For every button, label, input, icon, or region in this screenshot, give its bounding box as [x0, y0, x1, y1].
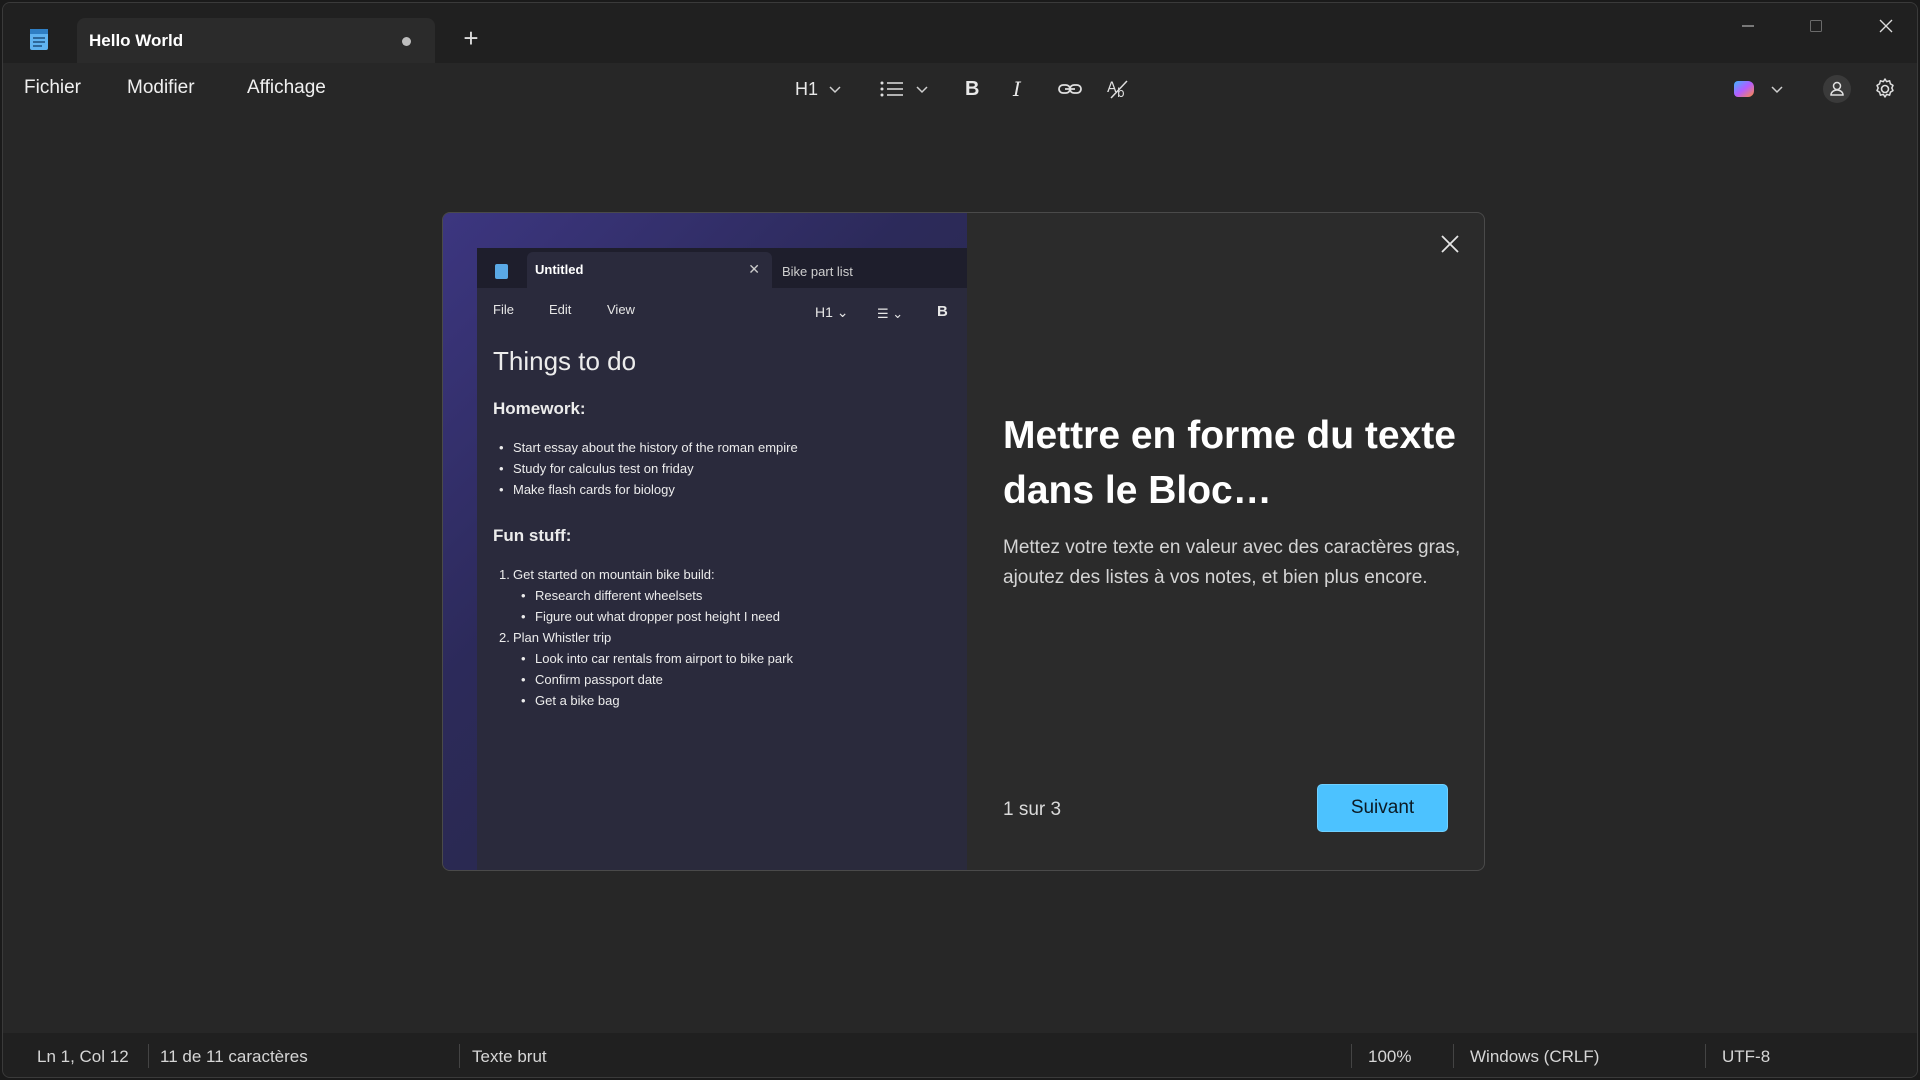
italic-button[interactable]: I — [1013, 72, 1021, 106]
clear-formatting-button[interactable]: A b — [1105, 72, 1131, 106]
preview-section-fun: Fun stuff: — [493, 526, 572, 545]
feature-preview-image: Untitled ✕ Bike part list File Edit View… — [443, 213, 967, 870]
list-number: 1. — [499, 567, 510, 582]
list-item-text: Get started on mountain bike build: — [513, 567, 715, 582]
preview-fun-list: 1.Get started on mountain bike build: Re… — [493, 564, 953, 711]
heading-dropdown[interactable]: H1 — [795, 72, 842, 106]
list-number: 2. — [499, 630, 510, 645]
title-bar: Hello World + — [3, 3, 1917, 64]
line-ending[interactable]: Windows (CRLF) — [1470, 1047, 1599, 1067]
minimize-button[interactable] — [1725, 11, 1771, 41]
preview-doc-title: Things to do — [493, 346, 637, 376]
chevron-down-icon — [916, 86, 928, 94]
menu-view[interactable]: Affichage — [247, 77, 326, 99]
list-subitem: Look into car rentals from airport to bi… — [493, 648, 953, 669]
cursor-position: Ln 1, Col 12 — [37, 1047, 129, 1066]
unsaved-dot-icon[interactable] — [402, 37, 411, 46]
bold-button[interactable]: B — [965, 72, 979, 106]
settings-button[interactable] — [1873, 72, 1897, 106]
list-subitem: Confirm passport date — [493, 669, 953, 690]
link-button[interactable] — [1057, 72, 1083, 106]
preview-notepad-icon — [495, 264, 508, 279]
list-subitem: Get a bike bag — [493, 690, 953, 711]
status-bar: Ln 1, Col 12 11 de 11 caractères Texte b… — [3, 1033, 1917, 1077]
preview-titlebar: Untitled ✕ Bike part list — [477, 248, 967, 288]
list-subitem: Figure out what dropper post height I ne… — [493, 606, 953, 627]
notepad-app-icon — [30, 29, 48, 50]
copilot-icon — [1734, 81, 1754, 97]
dialog-description: Mettez votre texte en valeur avec des ca… — [1003, 537, 1461, 588]
preview-menubar: File Edit View H1 ⌄ ☰ ⌄ B — [477, 288, 967, 330]
preview-menu-file: File — [493, 302, 514, 317]
clear-formatting-icon: A b — [1107, 80, 1128, 100]
chevron-down-icon — [1771, 86, 1783, 94]
next-button[interactable]: Suivant — [1317, 784, 1448, 832]
list-subitem: Research different wheelsets — [493, 585, 953, 606]
list-dropdown[interactable] — [879, 72, 935, 106]
list-item: Start essay about the history of the rom… — [493, 437, 953, 458]
heading-label: H1 — [795, 78, 819, 99]
preview-section-homework: Homework: — [493, 399, 586, 418]
list-item-text: Plan Whistler trip — [513, 630, 612, 645]
preview-bold-icon: B — [937, 303, 948, 320]
preview-heading-label: H1 — [815, 304, 833, 320]
encoding[interactable]: UTF-8 — [1722, 1047, 1770, 1067]
preview-document: Things to do Homework: Start essay about… — [493, 346, 953, 711]
status-divider — [1453, 1044, 1454, 1068]
notepad-window: Hello World + Fichier Modifier Affichage… — [2, 2, 1918, 1078]
preview-window: Untitled ✕ Bike part list File Edit View… — [477, 248, 967, 870]
maximize-button[interactable] — [1793, 11, 1839, 41]
preview-tab2-title: Bike part list — [782, 264, 853, 279]
zoom-level[interactable]: 100% — [1368, 1047, 1411, 1067]
bullet-list-icon — [880, 81, 903, 97]
list-item: 1. Get started on mountain bike build: — [493, 564, 953, 585]
menu-file[interactable]: Fichier — [24, 77, 81, 99]
whats-new-dialog: Untitled ✕ Bike part list File Edit View… — [442, 212, 1485, 871]
link-icon — [1058, 84, 1082, 94]
list-item: 2. Plan Whistler trip — [493, 627, 953, 648]
character-count: 11 de 11 caractères — [160, 1047, 308, 1066]
menu-edit[interactable]: Modifier — [127, 77, 195, 99]
text-format-toggle[interactable]: Texte brut — [472, 1047, 547, 1067]
copilot-dropdown[interactable] — [1733, 72, 1791, 106]
preview-menu-view: View — [607, 302, 635, 317]
new-tab-button[interactable]: + — [459, 25, 483, 51]
status-divider — [1351, 1044, 1352, 1068]
preview-heading-dropdown: H1 ⌄ — [815, 304, 849, 320]
status-divider — [148, 1044, 149, 1068]
account-button[interactable] — [1821, 72, 1853, 106]
preview-tab: Untitled ✕ — [527, 252, 772, 288]
page-indicator: 1 sur 3 — [1003, 799, 1062, 820]
preview-tab-title: Untitled — [535, 262, 584, 277]
preview-menu-edit: Edit — [549, 302, 572, 317]
chevron-down-icon — [829, 86, 841, 94]
list-item: Study for calculus test on friday — [493, 458, 953, 479]
preview-list-icon: ☰ ⌄ — [877, 306, 904, 321]
close-window-button[interactable] — [1863, 11, 1909, 41]
tab-hello-world[interactable]: Hello World — [77, 18, 435, 64]
preview-close-icon: ✕ — [748, 261, 760, 277]
list-item: Make flash cards for biology — [493, 479, 953, 500]
account-icon — [1823, 75, 1851, 103]
status-divider — [1705, 1044, 1706, 1068]
gear-icon — [1876, 78, 1894, 98]
preview-homework-list: Start essay about the history of the rom… — [493, 437, 953, 500]
status-divider — [459, 1044, 460, 1068]
close-dialog-button[interactable] — [1437, 231, 1463, 257]
dialog-heading: Mettre en forme du texte dans le Bloc… — [1003, 414, 1456, 512]
tab-title: Hello World — [89, 31, 184, 50]
menu-bar: Fichier Modifier Affichage H1 B I A b — [3, 63, 1917, 113]
